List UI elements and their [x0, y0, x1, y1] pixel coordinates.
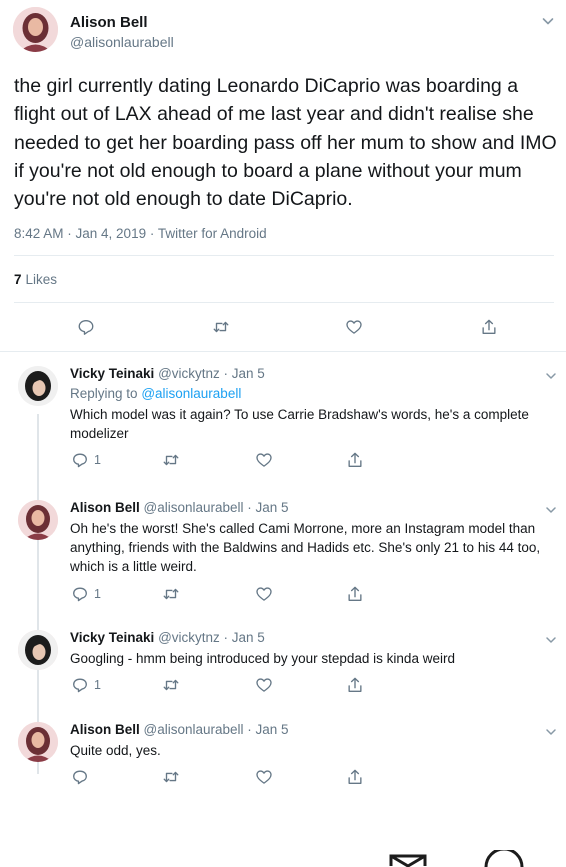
share-icon[interactable] — [345, 767, 365, 787]
share-icon[interactable] — [345, 675, 365, 695]
likes-number: 7 — [14, 272, 22, 287]
chevron-down-icon[interactable] — [543, 724, 559, 740]
thread-connector — [37, 414, 39, 774]
replying-to-link[interactable]: @alisonlaurabell — [141, 386, 241, 401]
main-tweet: Alison Bell @alisonlaurabell the girl cu… — [0, 0, 566, 352]
author-handle[interactable]: @alisonlaurabell — [70, 34, 174, 50]
likes-label: Likes — [25, 272, 58, 287]
profile-icon[interactable] — [482, 850, 526, 867]
retweet-icon[interactable] — [161, 450, 181, 470]
reply-text: Oh he's the worst! She's called Cami Mor… — [70, 521, 541, 574]
reply-count: 1 — [94, 453, 101, 467]
reply-icon[interactable] — [70, 767, 90, 787]
tweet-timestamp[interactable]: 8:42 AM · Jan 4, 2019 · Twitter for Andr… — [14, 226, 267, 241]
bottom-nav — [0, 840, 566, 867]
author-handle-date[interactable]: @alisonlaurabell · Jan 5 — [144, 722, 289, 737]
author-handle-date[interactable]: @alisonlaurabell · Jan 5 — [144, 500, 289, 515]
reply-header: Vicky Teinaki @vickytnz · Jan 5 — [70, 630, 265, 645]
reply-text: Quite odd, yes. — [70, 743, 161, 758]
replies-thread: Vicky Teinaki @vickytnz · Jan 5 Replying… — [0, 352, 566, 807]
author-handle-date[interactable]: @vickytnz · Jan 5 — [158, 630, 265, 645]
replying-to: Replying to @alisonlaurabell — [70, 386, 241, 401]
reply-text: Which model was it again? To use Carrie … — [70, 407, 529, 441]
reply-icon[interactable] — [76, 317, 96, 337]
reply-count: 1 — [94, 678, 101, 692]
like-icon[interactable] — [254, 675, 274, 695]
author-handle-date[interactable]: @vickytnz · Jan 5 — [158, 366, 265, 381]
retweet-icon[interactable] — [161, 675, 181, 695]
reply-icon[interactable] — [70, 584, 90, 604]
avatar[interactable] — [13, 7, 58, 52]
reply-icon[interactable] — [70, 450, 90, 470]
avatar[interactable] — [18, 500, 58, 540]
avatar[interactable] — [18, 366, 58, 406]
avatar[interactable] — [18, 630, 58, 670]
author-name[interactable]: Alison Bell — [70, 500, 140, 515]
share-icon[interactable] — [345, 584, 365, 604]
author-name[interactable]: Alison Bell — [70, 14, 148, 31]
reply-header: Vicky Teinaki @vickytnz · Jan 5 — [70, 366, 265, 381]
reply-header: Alison Bell @alisonlaurabell · Jan 5 — [70, 500, 289, 515]
retweet-icon[interactable] — [211, 317, 231, 337]
like-icon[interactable] — [254, 767, 274, 787]
replying-prefix: Replying to — [70, 386, 138, 401]
author-name[interactable]: Vicky Teinaki — [70, 366, 154, 381]
like-icon[interactable] — [344, 317, 364, 337]
chevron-down-icon[interactable] — [543, 502, 559, 518]
mail-icon[interactable] — [388, 854, 428, 867]
reply-header: Alison Bell @alisonlaurabell · Jan 5 — [70, 722, 289, 737]
tweet-text: the girl currently dating Leonardo DiCap… — [14, 75, 557, 211]
chevron-down-icon[interactable] — [543, 632, 559, 648]
reply-icon[interactable] — [70, 675, 90, 695]
reply-count: 1 — [94, 587, 101, 601]
like-icon[interactable] — [254, 584, 274, 604]
chevron-down-icon[interactable] — [540, 13, 556, 29]
likes-count[interactable]: 7 Likes — [14, 272, 57, 287]
retweet-icon[interactable] — [161, 767, 181, 787]
author-name[interactable]: Vicky Teinaki — [70, 630, 154, 645]
like-icon[interactable] — [254, 450, 274, 470]
divider — [14, 255, 554, 256]
divider — [14, 302, 554, 303]
author-name[interactable]: Alison Bell — [70, 722, 140, 737]
chevron-down-icon[interactable] — [543, 368, 559, 384]
avatar[interactable] — [18, 722, 58, 762]
retweet-icon[interactable] — [161, 584, 181, 604]
share-icon[interactable] — [479, 317, 499, 337]
reply-text: Googling - hmm being introduced by your … — [70, 651, 455, 666]
share-icon[interactable] — [345, 450, 365, 470]
